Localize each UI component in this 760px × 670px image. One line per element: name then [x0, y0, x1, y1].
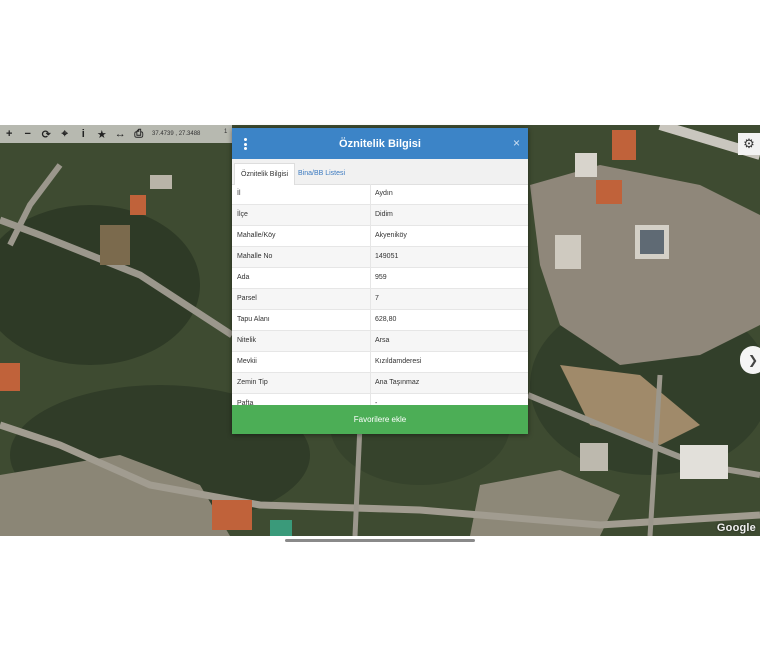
row-key: Ada [237, 274, 250, 281]
table-row: Mahalle No 149051 [232, 247, 528, 268]
map-toolbar: + − ⟳ ⌖ i ★ ↔ ⎙ 37.4739 , 27.3488 [0, 125, 232, 143]
row-key: Parsel [237, 295, 257, 302]
row-value: 149051 [375, 253, 399, 260]
measure-icon[interactable]: ↔ [111, 125, 130, 143]
zoom-in-icon[interactable]: + [0, 125, 19, 143]
coordinate-readout: 37.4739 , 27.3488 [152, 131, 201, 137]
table-row: İlçe Didim [232, 205, 528, 226]
dialog-title: Öznitelik Bilgisi [339, 137, 421, 150]
row-key: Zemin Tip [237, 379, 268, 386]
star-icon[interactable]: ★ [93, 125, 112, 143]
chevron-right-icon[interactable]: ❯ [740, 346, 760, 374]
table-row: Mahalle/Köy Akyeniköy [232, 226, 528, 247]
zoom-out-icon[interactable]: − [19, 125, 38, 143]
row-value: Ana Taşınmaz [375, 379, 420, 386]
row-key: Mevkii [237, 358, 257, 365]
tab-attribute-info[interactable]: Öznitelik Bilgisi [234, 163, 296, 185]
row-key: Tapu Alanı [237, 316, 270, 323]
row-value: Kızıldamderesi [375, 358, 422, 365]
google-attribution: Google [716, 522, 756, 534]
table-row: Tapu Alanı 628,80 [232, 310, 528, 331]
refresh-icon[interactable]: ⟳ [37, 125, 56, 143]
row-key: İl [237, 190, 241, 197]
print-icon[interactable]: ⎙ [130, 125, 149, 143]
row-key: Mahalle/Köy [237, 232, 276, 239]
row-value: Akyeniköy [375, 232, 407, 239]
row-key: Nitelik [237, 337, 257, 344]
more-menu-icon[interactable] [244, 138, 247, 150]
close-icon[interactable]: × [513, 136, 520, 150]
info-icon[interactable]: i [74, 125, 93, 143]
table-row: Mevkii Kızıldamderesi [232, 352, 528, 373]
table-row: Parsel 7 [232, 289, 528, 310]
attribute-info-dialog: Öznitelik Bilgisi × Öznitelik Bilgisi Bi… [232, 128, 528, 434]
gear-icon[interactable]: ⚙ [738, 133, 760, 155]
table-row: İl Aydın [232, 184, 528, 205]
dialog-tabs: Öznitelik Bilgisi Bina/BB Listesi [232, 159, 528, 185]
row-value: Didim [375, 211, 393, 218]
table-row: Zemin Tip Ana Taşınmaz [232, 373, 528, 394]
row-value: 628,80 [375, 316, 397, 323]
row-key: Mahalle No [237, 253, 273, 260]
row-value: 7 [375, 295, 379, 302]
row-value: Aydın [375, 190, 393, 197]
row-key: İlçe [237, 211, 248, 218]
table-row: Ada 959 [232, 268, 528, 289]
locate-icon[interactable]: ⌖ [56, 125, 75, 143]
add-to-favorites-button[interactable]: Favorilere ekle [232, 405, 528, 434]
dialog-header: Öznitelik Bilgisi × [232, 128, 528, 159]
row-value: Arsa [375, 337, 390, 344]
table-row: Nitelik Arsa [232, 331, 528, 352]
tab-building-list[interactable]: Bina/BB Listesi [292, 163, 351, 184]
attribute-table: İl Aydın İlçe Didim Mahalle/Köy Akyeniköy M… [232, 184, 528, 415]
row-value: 959 [375, 274, 387, 281]
toolbar-extra-text: 1 [224, 129, 228, 135]
home-indicator[interactable] [285, 539, 475, 542]
